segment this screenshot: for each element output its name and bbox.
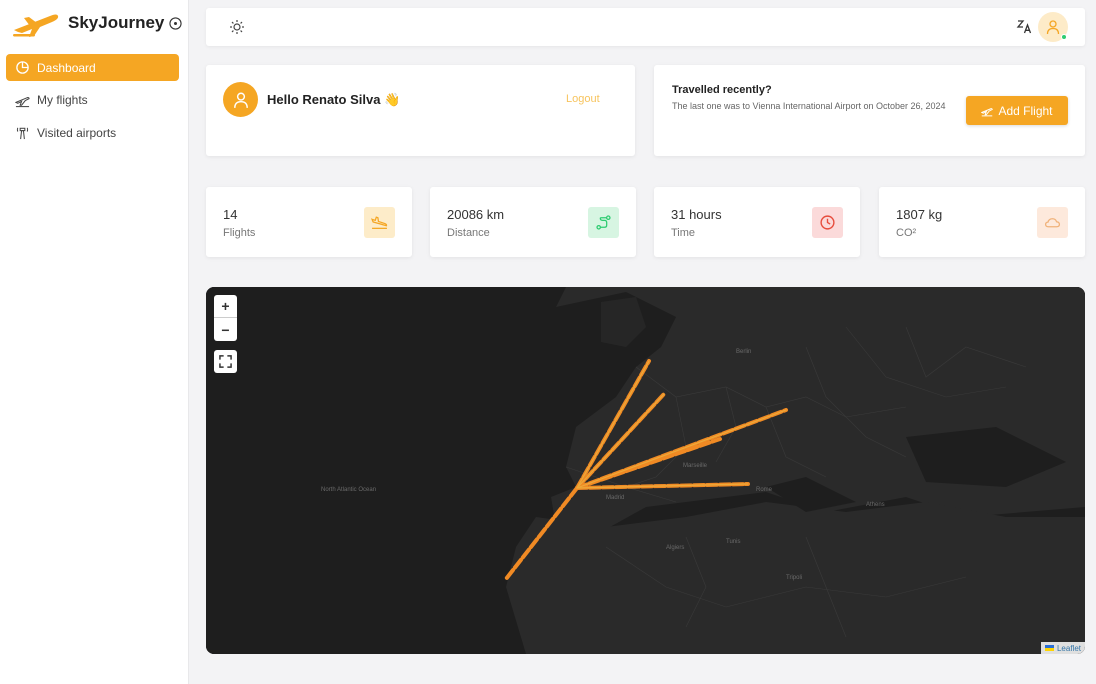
attribution-text: Leaflet [1056, 643, 1081, 653]
stat-card-distance: 20086 km Distance [430, 187, 636, 257]
stat-value: 31 hours [671, 207, 722, 222]
stat-icon-box [1037, 207, 1068, 238]
stat-value: 20086 km [447, 207, 505, 222]
ukraine-flag-icon [1044, 645, 1054, 651]
fullscreen-icon [219, 355, 232, 368]
takeoff-icon [15, 96, 30, 107]
stat-value: 1807 kg [896, 207, 943, 222]
airplane-logo-icon [13, 14, 59, 37]
stat-label: Time [671, 227, 696, 239]
sidebar-item-dashboard[interactable]: Dashboard [6, 54, 179, 81]
map-label-rome: Rome [756, 487, 773, 493]
app-name: SkyJourney [68, 13, 165, 32]
online-status-dot [1061, 34, 1067, 40]
map-label-athens: Athens [866, 502, 885, 508]
stat-label: Flights [223, 227, 256, 239]
sidebar-item-visited-airports[interactable]: Visited airports [6, 119, 179, 146]
translate-icon[interactable] [1016, 18, 1032, 34]
sidebar-item-my-flights[interactable]: My flights [6, 87, 179, 114]
sidebar-nav: Dashboard My flights Visited airports [6, 54, 179, 152]
zoom-in-button[interactable]: + [214, 295, 237, 318]
stat-label: Distance [447, 227, 490, 239]
stat-icon-box [364, 207, 395, 238]
map-label-ocean: North Atlantic Ocean [321, 487, 377, 493]
stat-value: 14 [223, 207, 238, 222]
cloud-icon [1044, 218, 1061, 228]
fullscreen-button[interactable] [214, 350, 237, 373]
sidebar-item-label: Visited airports [37, 125, 117, 140]
stat-icon-box [812, 207, 843, 238]
route-icon [596, 215, 611, 230]
dashboard-icon [16, 61, 29, 74]
stat-card-flights: 14 Flights [206, 187, 412, 257]
user-icon [233, 92, 248, 108]
logout-link[interactable]: Logout [566, 93, 600, 105]
add-flight-label: Add Flight [998, 103, 1053, 118]
map-label-tripoli: Tripoli [786, 575, 803, 581]
map-label-madrid: Madrid [606, 495, 625, 501]
brand[interactable]: SkyJourney [10, 8, 183, 38]
sidebar-item-label: Dashboard [37, 60, 96, 75]
user-icon [1046, 20, 1060, 35]
plane-landing-icon [371, 216, 388, 229]
flights-map[interactable]: North Atlantic Ocean Berlin Marseille Ma… [206, 287, 1085, 654]
sidebar-item-label: My flights [37, 93, 88, 107]
map-label-algiers: Algiers [666, 545, 685, 551]
info-icon[interactable] [169, 16, 183, 30]
welcome-card: Hello Renato Silva 👋 Logout [206, 65, 635, 156]
map-tiles [206, 287, 1085, 654]
stat-icon-box [588, 207, 619, 238]
zoom-control: + − [214, 295, 237, 341]
tower-icon [16, 127, 29, 140]
stat-card-time: 31 hours Time [654, 187, 860, 257]
sidebar: SkyJourney Dashboard My flights Visited … [0, 0, 189, 684]
top-bar [206, 8, 1085, 46]
recent-travel-card: Travelled recently? The last one was to … [654, 65, 1085, 156]
map-label-marseille: Marseille [683, 463, 708, 469]
stat-card-co2: 1807 kg CO² [879, 187, 1085, 257]
sun-icon[interactable] [229, 19, 245, 35]
clock-icon [820, 215, 835, 230]
takeoff-icon [981, 107, 994, 116]
stat-label: CO² [896, 227, 917, 239]
recent-description: The last one was to Vienna International… [672, 101, 946, 111]
zoom-out-button[interactable]: − [214, 318, 237, 341]
greeting-text: Hello Renato Silva 👋 [267, 92, 401, 107]
map-label-berlin: Berlin [736, 349, 752, 355]
map-attribution[interactable]: Leaflet [1040, 642, 1085, 654]
user-avatar [223, 82, 258, 117]
recent-title: Travelled recently? [672, 84, 772, 96]
map-label-tunis: Tunis [726, 539, 741, 545]
add-flight-button[interactable]: Add Flight [966, 96, 1068, 125]
